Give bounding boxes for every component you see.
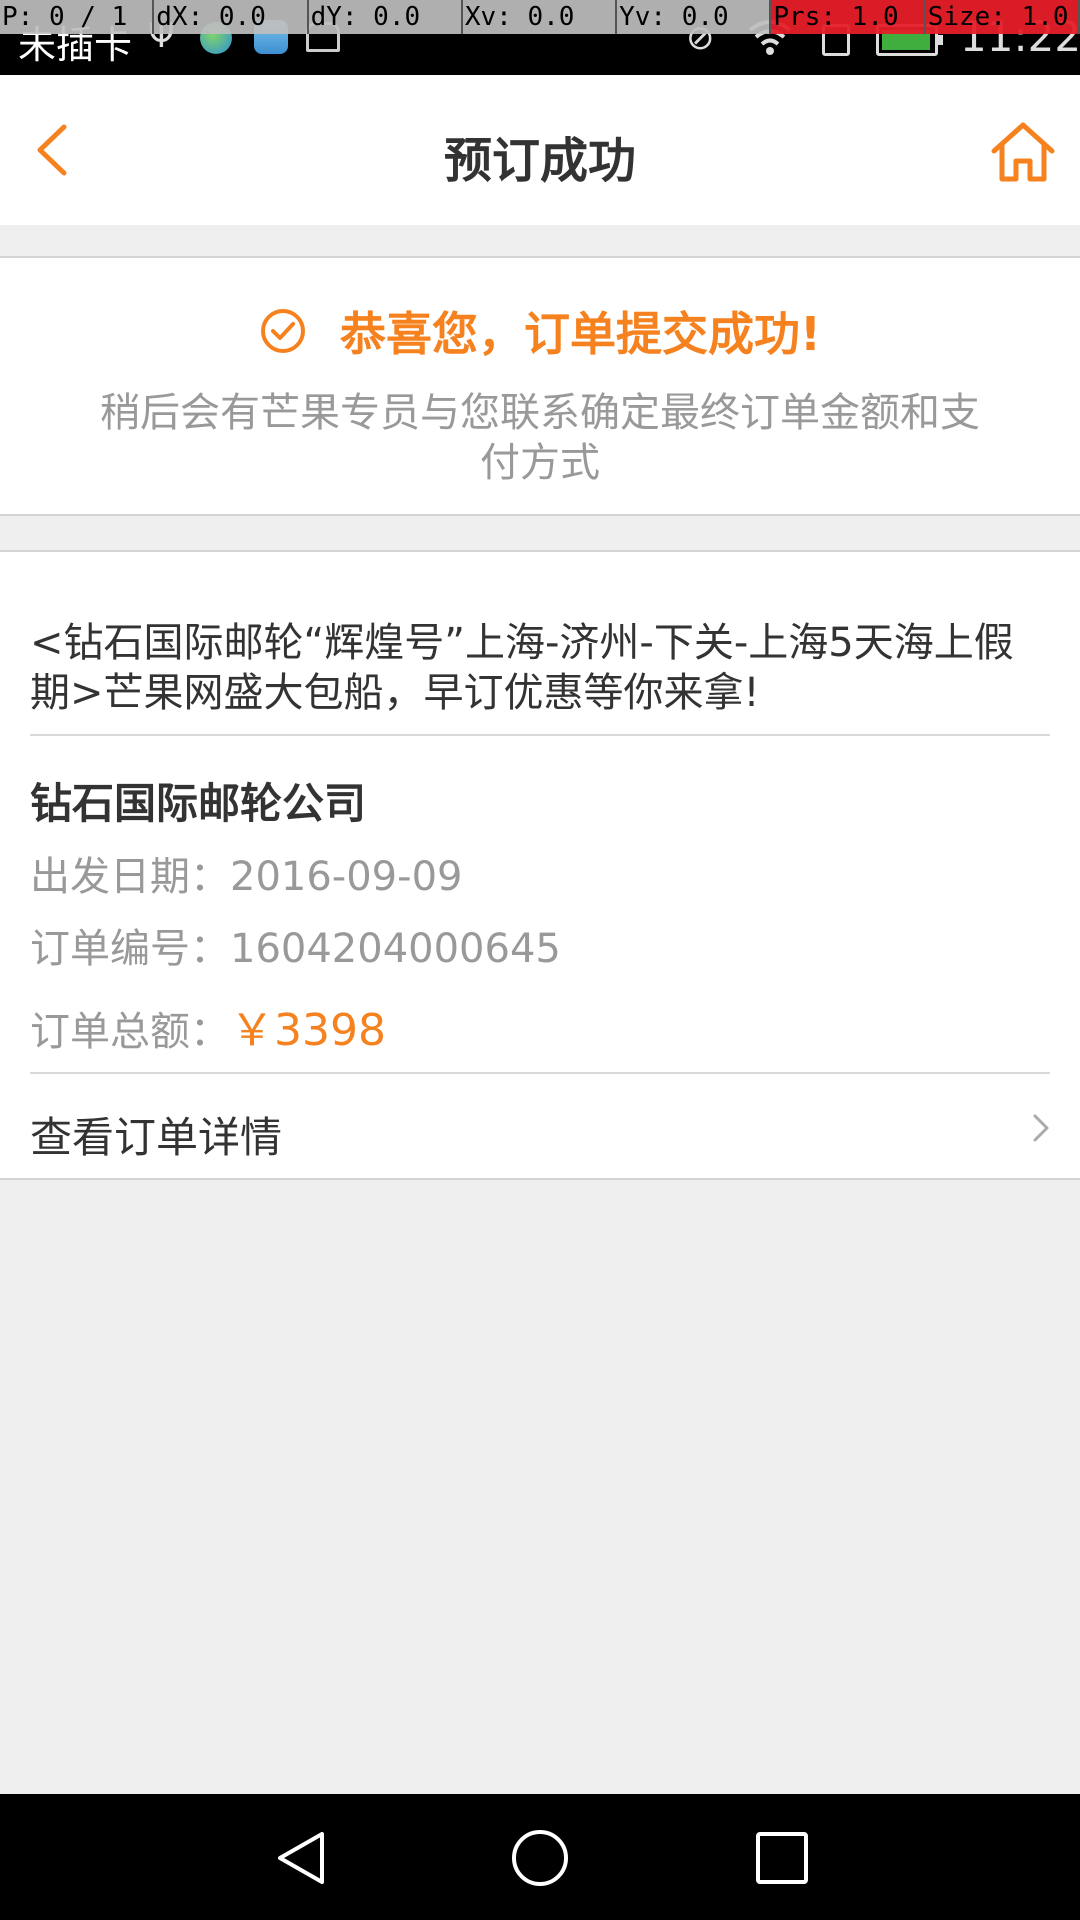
overlay-yv: Yv: 0.0 [617, 0, 772, 34]
touch-debug-overlay: P: 0 / 1 dX: 0.0 dY: 0.0 Xv: 0.0 Yv: 0.0… [0, 0, 1080, 34]
overlay-size: Size: 1.0 [925, 0, 1080, 34]
overlay-dy: dY: 0.0 [308, 0, 463, 34]
success-message-line: 恭喜您，订单提交成功! [0, 298, 1080, 364]
nav-back-icon[interactable] [272, 1828, 328, 1888]
nav-home-icon[interactable] [510, 1828, 570, 1888]
overlay-xv: Xv: 0.0 [462, 0, 618, 34]
company-name: 钻石国际邮轮公司 [30, 779, 367, 828]
overlay-pointer: P: 0 / 1 [0, 0, 155, 34]
order-total-value: ￥3398 [230, 1005, 386, 1056]
departure-value: 2016-09-09 [230, 854, 463, 900]
view-order-detail-row[interactable]: 查看订单详情 [0, 1074, 1080, 1180]
title-bar: 预订成功 [0, 75, 1080, 225]
system-nav-bar [0, 1794, 1080, 1920]
overlay-dx: dX: 0.0 [154, 0, 309, 34]
page-title: 预订成功 [443, 133, 636, 189]
order-number-value: 1604204000645 [230, 926, 561, 972]
order-card: <钻石国际邮轮“辉煌号”上海-济州-下关-上海5天海上假期>芒果网盛大包船，早订… [0, 550, 1080, 1180]
success-message: 恭喜您，订单提交成功! [340, 307, 822, 361]
check-circle-icon [260, 309, 305, 353]
home-icon[interactable] [988, 117, 1058, 187]
order-number-label: 订单编号： [30, 926, 230, 972]
success-sub-message: 稍后会有芒果专员与您联系确定最终订单金额和支付方式 [100, 390, 980, 486]
view-order-detail-label: 查看订单详情 [30, 1113, 283, 1162]
chevron-right-icon [1033, 1114, 1049, 1142]
order-total-label: 订单总额： [30, 1009, 230, 1055]
order-total-row: 订单总额：￥3398 [30, 994, 386, 1058]
nav-recent-apps-icon[interactable] [754, 1830, 810, 1886]
overlay-prs: Prs: 1.0 [771, 0, 926, 34]
departure-row: 出发日期：2016-09-09 [30, 844, 462, 902]
divider [30, 734, 1050, 736]
order-number-row: 订单编号：1604204000645 [30, 916, 561, 974]
success-card: 恭喜您，订单提交成功! 稍后会有芒果专员与您联系确定最终订单金额和支付方式 [0, 256, 1080, 516]
product-title: <钻石国际邮轮“辉煌号”上海-济州-下关-上海5天海上假期>芒果网盛大包船，早订… [30, 620, 1014, 716]
status-bar: 未插卡 Ψ ⊘ 11:22 P: 0 / 1 dX: 0.0 dY: 0.0 X… [0, 0, 1080, 75]
departure-label: 出发日期： [30, 854, 230, 900]
